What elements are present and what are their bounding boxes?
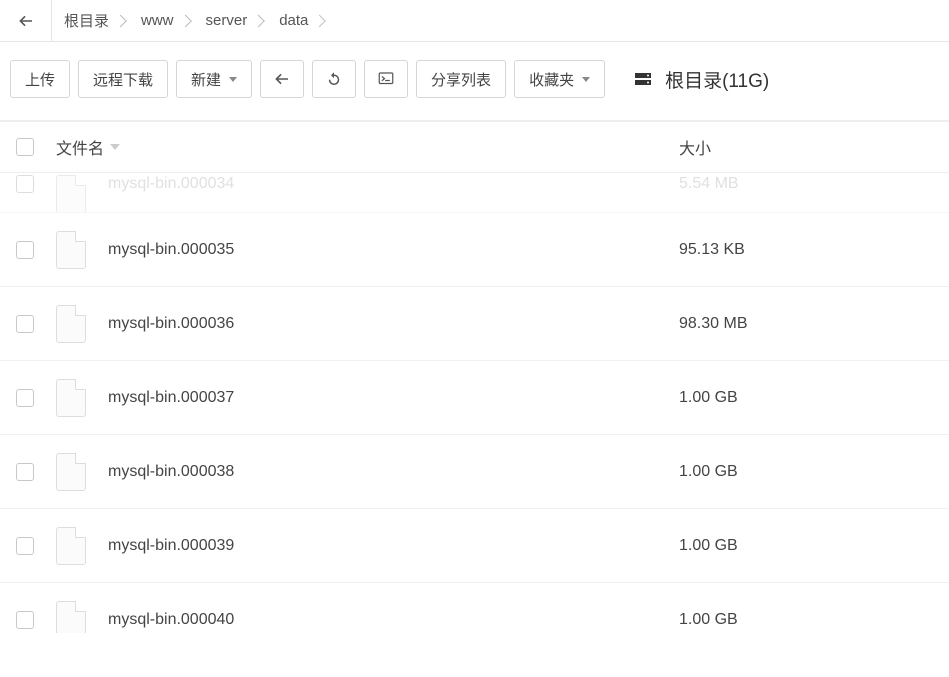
breadcrumb-label: server xyxy=(206,12,248,29)
breadcrumb-label: www xyxy=(141,12,174,29)
new-button[interactable]: 新建 xyxy=(176,60,252,98)
back-button[interactable] xyxy=(0,0,52,41)
disk-label: 根目录(11G) xyxy=(665,66,769,93)
row-checkbox[interactable] xyxy=(16,241,34,259)
table-row[interactable]: mysql-bin.000037 1.00 GB xyxy=(0,361,949,435)
sort-desc-icon xyxy=(110,144,120,150)
row-checkbox[interactable] xyxy=(16,315,34,333)
file-size: 1.00 GB xyxy=(679,537,949,555)
terminal-button[interactable] xyxy=(364,60,408,98)
share-list-button[interactable]: 分享列表 xyxy=(416,60,506,98)
arrow-left-icon xyxy=(273,70,291,88)
file-name: mysql-bin.000034 xyxy=(108,175,679,193)
file-size: 1.00 GB xyxy=(679,463,949,481)
column-label: 大小 xyxy=(679,141,711,158)
button-label: 新建 xyxy=(191,69,221,90)
button-label: 分享列表 xyxy=(431,69,491,90)
row-checkbox[interactable] xyxy=(16,537,34,555)
file-name: mysql-bin.000038 xyxy=(108,463,679,481)
table-row[interactable]: mysql-bin.000040 1.00 GB xyxy=(0,583,949,633)
file-icon xyxy=(56,379,86,417)
file-size: 5.54 MB xyxy=(679,175,949,193)
file-list[interactable]: mysql-bin.000034 5.54 MB mysql-bin.00003… xyxy=(0,173,949,633)
file-name: mysql-bin.000036 xyxy=(108,315,679,333)
table-row[interactable]: mysql-bin.000035 95.13 KB xyxy=(0,213,949,287)
breadcrumb-item-data[interactable]: data xyxy=(267,0,328,41)
toolbar: 上传 远程下载 新建 分享列表 收藏夹 xyxy=(0,42,949,121)
column-header-row: 文件名 大小 xyxy=(0,121,949,173)
file-size: 1.00 GB xyxy=(679,611,949,629)
refresh-button[interactable] xyxy=(312,60,356,98)
file-manager: 根目录 www server data 上传 远程下载 新建 xyxy=(0,0,949,677)
row-checkbox[interactable] xyxy=(16,611,34,629)
select-all-cell[interactable] xyxy=(16,138,56,156)
breadcrumb-label: data xyxy=(279,12,308,29)
row-checkbox[interactable] xyxy=(16,175,34,193)
table-row[interactable]: mysql-bin.000039 1.00 GB xyxy=(0,509,949,583)
breadcrumb-item-www[interactable]: www xyxy=(129,0,194,41)
file-size: 98.30 MB xyxy=(679,315,949,333)
file-icon xyxy=(56,231,86,269)
button-label: 收藏夹 xyxy=(529,69,574,90)
nav-back-button[interactable] xyxy=(260,60,304,98)
breadcrumb-item-server[interactable]: server xyxy=(194,0,268,41)
file-name: mysql-bin.000039 xyxy=(108,537,679,555)
button-label: 远程下载 xyxy=(93,69,153,90)
table-row[interactable]: mysql-bin.000034 5.54 MB xyxy=(0,173,949,213)
arrow-left-icon xyxy=(17,12,35,30)
file-icon xyxy=(56,601,86,633)
file-name: mysql-bin.000037 xyxy=(108,389,679,407)
file-size: 95.13 KB xyxy=(679,241,949,259)
caret-down-icon xyxy=(582,77,590,82)
file-size: 1.00 GB xyxy=(679,389,949,407)
terminal-icon xyxy=(377,70,395,88)
favorites-button[interactable]: 收藏夹 xyxy=(514,60,605,98)
breadcrumb-item-root[interactable]: 根目录 xyxy=(52,0,129,41)
table-row[interactable]: mysql-bin.000038 1.00 GB xyxy=(0,435,949,509)
breadcrumb-label: 根目录 xyxy=(64,10,109,31)
file-name: mysql-bin.000040 xyxy=(108,611,679,629)
refresh-icon xyxy=(325,70,343,88)
file-icon xyxy=(56,175,86,213)
column-header-size[interactable]: 大小 xyxy=(679,135,949,159)
column-label: 文件名 xyxy=(56,135,104,159)
select-all-checkbox[interactable] xyxy=(16,138,34,156)
file-icon xyxy=(56,527,86,565)
button-label: 上传 xyxy=(25,69,55,90)
file-icon xyxy=(56,305,86,343)
row-checkbox[interactable] xyxy=(16,389,34,407)
file-icon xyxy=(56,453,86,491)
disk-icon xyxy=(631,67,655,91)
breadcrumb-bar: 根目录 www server data xyxy=(0,0,949,42)
row-checkbox[interactable] xyxy=(16,463,34,481)
column-header-name[interactable]: 文件名 xyxy=(56,135,679,159)
table-row[interactable]: mysql-bin.000036 98.30 MB xyxy=(0,287,949,361)
caret-down-icon xyxy=(229,77,237,82)
upload-button[interactable]: 上传 xyxy=(10,60,70,98)
file-name: mysql-bin.000035 xyxy=(108,241,679,259)
remote-download-button[interactable]: 远程下载 xyxy=(78,60,168,98)
disk-info[interactable]: 根目录(11G) xyxy=(631,66,769,93)
